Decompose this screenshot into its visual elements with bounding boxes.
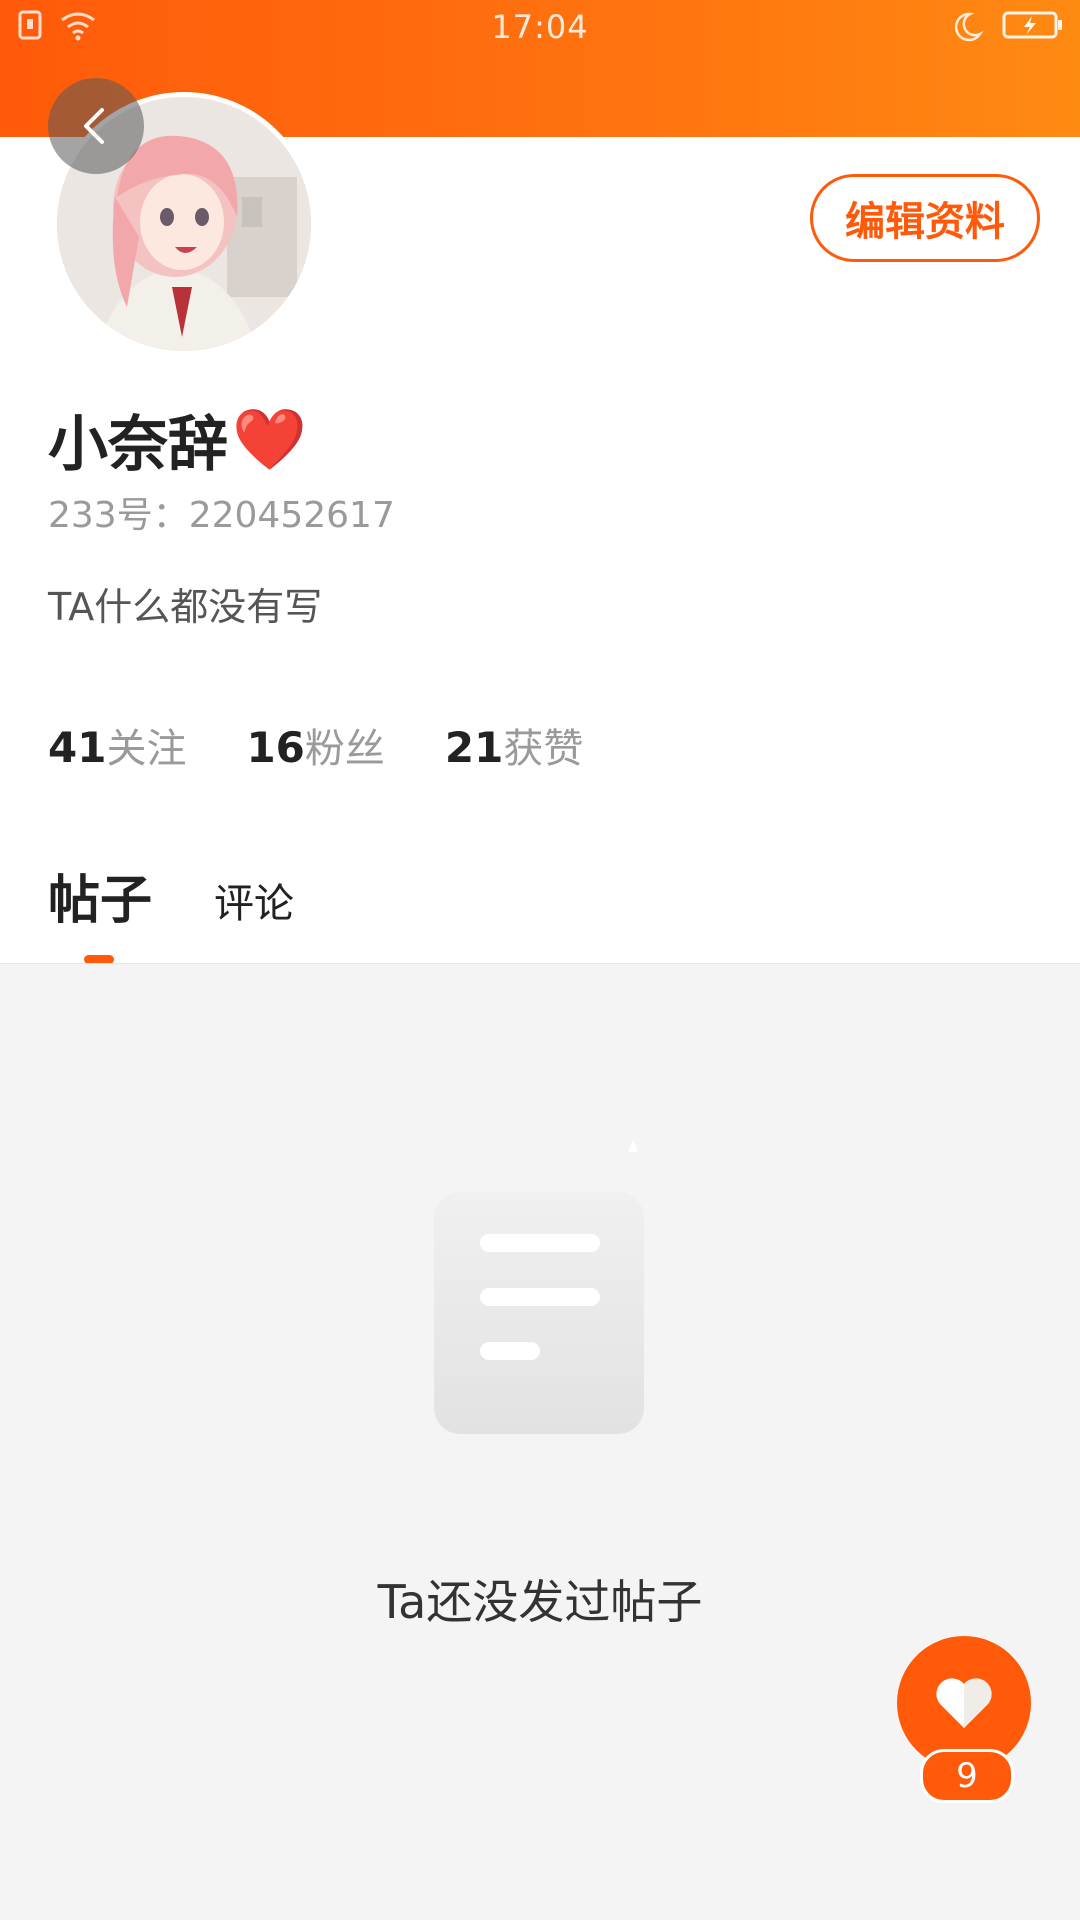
- stat-count: 41: [48, 723, 107, 772]
- moon-icon: [954, 12, 984, 42]
- stat-likes[interactable]: 21 获赞: [445, 716, 583, 774]
- stat-following[interactable]: 41 关注: [48, 716, 186, 774]
- nickname-text: 小奈辞: [48, 410, 228, 480]
- stat-label: 关注: [106, 726, 187, 772]
- stats-row: 41 关注 16 粉丝 21 获赞: [48, 716, 643, 774]
- chevron-left-icon: [84, 108, 104, 144]
- document-icon: [434, 1140, 644, 1434]
- stat-fans[interactable]: 16 粉丝: [246, 716, 384, 774]
- stat-label: 获赞: [503, 726, 584, 772]
- status-time: 17:04: [491, 8, 589, 46]
- edit-profile-button[interactable]: 编辑资料: [810, 174, 1040, 262]
- heart-emoji: ❤️: [232, 405, 307, 475]
- tab-posts[interactable]: 帖子: [48, 858, 152, 933]
- user-id: 233号：220452617: [48, 495, 395, 536]
- heart-icon: [936, 1678, 992, 1728]
- battery-charging-icon: [1002, 11, 1062, 39]
- stat-count: 16: [246, 723, 305, 772]
- bio: TA什么都没有写: [48, 585, 323, 629]
- stat-count: 21: [444, 723, 504, 772]
- content-tabs: 帖子 评论: [48, 858, 294, 933]
- divider: [0, 963, 1080, 964]
- back-button[interactable]: [48, 78, 144, 174]
- nickname: 小奈辞 ❤️: [48, 396, 307, 483]
- empty-state-text: Ta还没发过帖子: [377, 1575, 703, 1629]
- like-count-badge: 9: [920, 1749, 1014, 1803]
- tab-comments[interactable]: 评论: [214, 871, 294, 929]
- stat-label: 粉丝: [304, 726, 385, 772]
